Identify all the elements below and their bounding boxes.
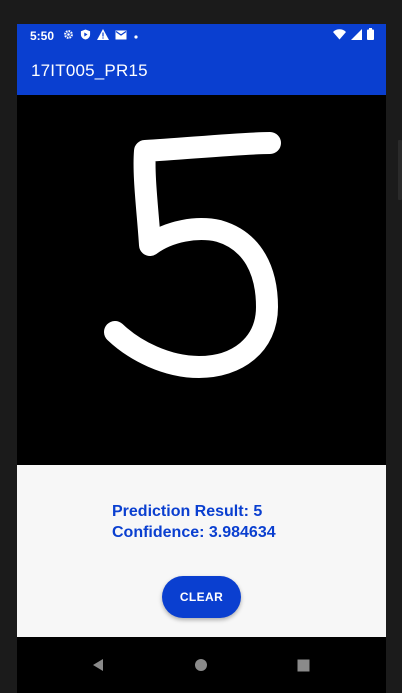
gear-icon bbox=[63, 29, 74, 43]
handwritten-digit-stroke bbox=[104, 132, 281, 378]
play-protect-icon bbox=[80, 28, 91, 43]
volume-button bbox=[398, 140, 402, 200]
warning-icon bbox=[97, 28, 110, 43]
wifi-icon bbox=[333, 28, 346, 43]
phone-screen: 5:50 17IT005_PR15 Prediction Result: 5 C… bbox=[17, 24, 386, 693]
navigation-bar bbox=[17, 637, 386, 693]
result-panel: Prediction Result: 5 Confidence: 3.98463… bbox=[17, 465, 386, 637]
recents-icon[interactable] bbox=[289, 651, 317, 679]
app-title: 17IT005_PR15 bbox=[31, 61, 148, 80]
dot-icon bbox=[133, 29, 139, 43]
status-time: 5:50 bbox=[30, 28, 55, 43]
mail-icon bbox=[115, 29, 127, 43]
prediction-result-text: Prediction Result: 5 bbox=[112, 503, 263, 520]
clear-button[interactable]: CLEAR bbox=[162, 576, 241, 618]
drawing-canvas[interactable] bbox=[17, 95, 386, 465]
signal-icon bbox=[351, 28, 362, 43]
confidence-text: Confidence: 3.984634 bbox=[112, 524, 276, 541]
device-frame: 5:50 17IT005_PR15 Prediction Result: 5 C… bbox=[0, 0, 402, 693]
battery-icon bbox=[367, 28, 374, 43]
app-bar: 17IT005_PR15 bbox=[17, 47, 386, 95]
home-icon[interactable] bbox=[187, 651, 215, 679]
back-icon[interactable] bbox=[84, 651, 112, 679]
status-bar: 5:50 bbox=[17, 24, 386, 47]
